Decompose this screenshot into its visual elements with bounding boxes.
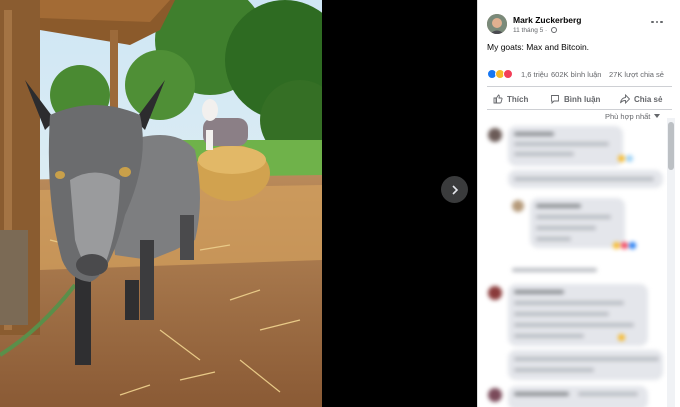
photo-pane	[0, 0, 477, 407]
share-button[interactable]: Chia sẻ	[620, 91, 662, 107]
divider	[487, 109, 672, 110]
post-date-text: 11 tháng 5 ·	[513, 27, 550, 34]
like-button[interactable]: Thích	[493, 91, 528, 107]
divider	[487, 86, 672, 87]
love-reaction-icon[interactable]	[503, 69, 513, 79]
photo-viewer: Mark Zuckerberg 11 tháng 5 · My goats: M…	[0, 0, 680, 407]
post-photo[interactable]	[0, 0, 322, 407]
post-caption: My goats: Max and Bitcoin.	[487, 42, 590, 52]
caret-down-icon	[654, 114, 661, 118]
chevron-right-icon	[451, 184, 458, 195]
avatar[interactable]	[488, 128, 502, 142]
post-stats: 1,6 triệu 602K bình luận 27K lượt chia s…	[487, 68, 680, 82]
thumbs-up-icon	[493, 94, 503, 104]
post-actions: Thích Bình luận Chia sẻ	[487, 88, 672, 108]
share-count[interactable]: 27K lượt chia sẻ	[609, 70, 664, 79]
globe-icon	[551, 27, 558, 33]
comment-list	[478, 120, 667, 407]
author-name[interactable]: Mark Zuckerberg	[513, 15, 582, 25]
avatar[interactable]	[512, 200, 524, 212]
author-avatar[interactable]	[487, 14, 507, 34]
post-date[interactable]: 11 tháng 5 ·	[513, 27, 558, 34]
comment-label: Bình luận	[564, 94, 601, 104]
next-photo-button[interactable]	[441, 176, 468, 203]
comment-count[interactable]: 602K bình luận	[551, 70, 601, 79]
comment-icon	[551, 95, 559, 104]
like-label: Thích	[507, 94, 529, 104]
avatar[interactable]	[488, 286, 502, 300]
share-label: Chia sẻ	[634, 94, 663, 104]
post-sidebar: Mark Zuckerberg 11 tháng 5 · My goats: M…	[477, 0, 680, 407]
share-icon	[620, 94, 630, 104]
avatar[interactable]	[488, 388, 502, 402]
comment-bubble	[508, 386, 648, 407]
reaction-count[interactable]: 1,6 triệu	[521, 70, 548, 79]
more-options-button[interactable]	[650, 17, 664, 27]
post-header: Mark Zuckerberg 11 tháng 5 ·	[478, 0, 680, 40]
comment-button[interactable]: Bình luận	[550, 91, 600, 107]
comments-scrollbar[interactable]	[667, 118, 675, 407]
scrollbar-thumb[interactable]	[668, 122, 674, 170]
